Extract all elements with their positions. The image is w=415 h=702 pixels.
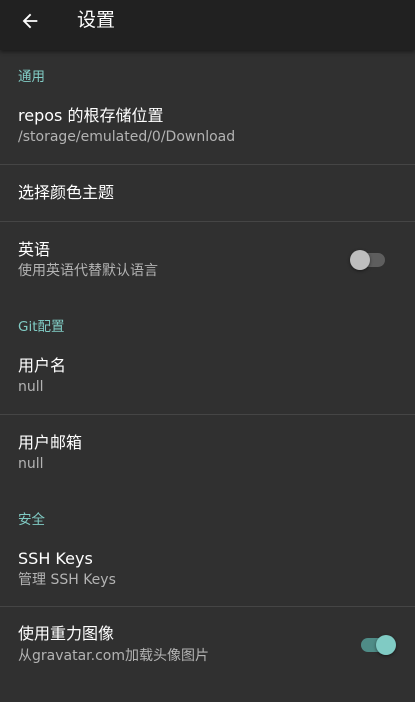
pref-gravatar[interactable]: 使用重力图像 从gravatar.com加载头像图片: [0, 607, 415, 683]
pref-english-summary: 使用英语代替默认语言: [18, 263, 158, 279]
pref-username[interactable]: 用户名 null: [0, 344, 415, 414]
pref-email-summary: null: [18, 456, 44, 472]
english-toggle[interactable]: [350, 248, 388, 272]
pref-username-title: 用户名: [18, 356, 67, 375]
pref-repo-location[interactable]: repos 的根存储位置 /storage/emulated/0/Downloa…: [0, 94, 415, 164]
pref-gravatar-title: 使用重力图像: [18, 624, 115, 643]
section-header-general: 通用: [18, 69, 45, 85]
arrow-left-icon: [22, 13, 38, 29]
pref-repo-location-summary: /storage/emulated/0/Download: [18, 129, 236, 145]
pref-username-summary: null: [18, 379, 44, 395]
toggle-thumb: [376, 635, 396, 655]
gravatar-toggle[interactable]: [358, 633, 396, 657]
pref-english[interactable]: 英语 使用英语代替默认语言: [0, 222, 415, 294]
section-header-git: Git配置: [18, 319, 65, 335]
settings-list: 通用 repos 的根存储位置 /storage/emulated/0/Down…: [0, 50, 415, 702]
pref-ssh-keys-summary: 管理 SSH Keys: [18, 572, 116, 588]
pref-gravatar-summary: 从gravatar.com加载头像图片: [18, 648, 209, 664]
pref-email-title: 用户邮箱: [18, 433, 83, 452]
pref-email[interactable]: 用户邮箱 null: [0, 415, 415, 491]
pref-color-theme[interactable]: 选择颜色主题: [0, 165, 415, 221]
pref-color-theme-title: 选择颜色主题: [18, 183, 115, 202]
back-button[interactable]: [8, 1, 52, 41]
pref-repo-location-title: repos 的根存储位置: [18, 106, 164, 125]
pref-english-title: 英语: [18, 240, 51, 259]
section-header-security: 安全: [18, 512, 45, 528]
toggle-thumb: [350, 250, 370, 270]
pref-ssh-keys-title: SSH Keys: [18, 549, 93, 568]
app-bar: 设置: [0, 0, 415, 50]
page-title: 设置: [77, 9, 116, 31]
pref-ssh-keys[interactable]: SSH Keys 管理 SSH Keys: [0, 537, 415, 606]
